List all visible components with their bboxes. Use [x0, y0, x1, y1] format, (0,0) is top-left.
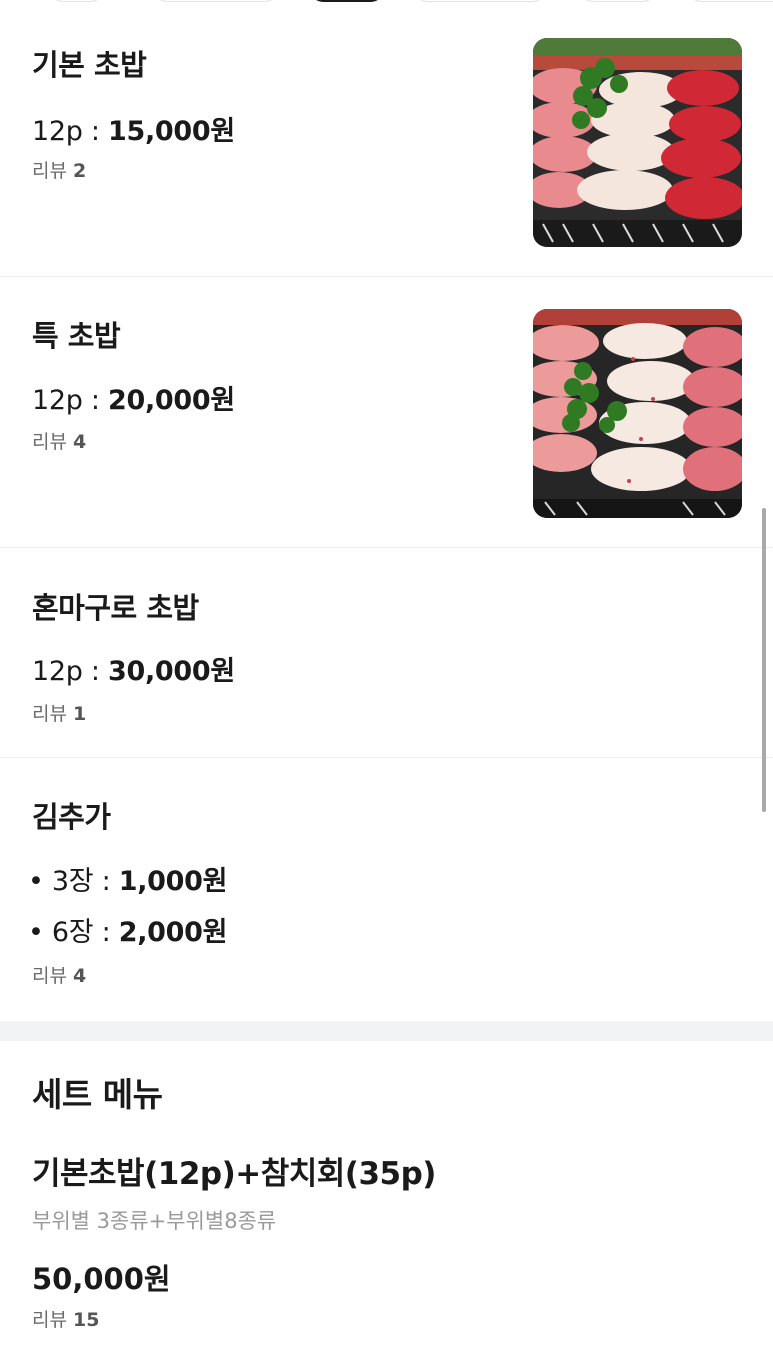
review-count-line: 리뷰 4 — [32, 427, 86, 454]
portion-label: 12p : — [32, 385, 108, 416]
option-line: • 3장 : 1,000원 — [28, 859, 227, 898]
portion-label: 12p : — [32, 116, 108, 147]
menu-item-title: 특 초밥 — [32, 319, 121, 353]
sushi-photo[interactable] — [533, 38, 742, 247]
option-label: • 6장 : — [28, 917, 119, 948]
option-price: 1,000원 — [118, 866, 228, 897]
menu-item-extra-seaweed[interactable]: 김추가 • 3장 : 1,000원 • 6장 : 2,000원 리뷰 4 — [0, 758, 773, 1021]
price-amount: 30,000원 — [107, 656, 235, 687]
option-line: • 6장 : 2,000원 — [28, 910, 227, 949]
section-divider — [0, 1021, 773, 1041]
menu-item-title: 혼마구로 초밥 — [32, 591, 199, 625]
set-menu-section-title: 세트 메뉴 — [32, 1075, 163, 1114]
menu-item-bluefin-sushi[interactable]: 혼마구로 초밥 12p : 30,000원 리뷰 1 — [0, 548, 773, 758]
menu-item-price-line: 12p : 20,000원 — [32, 378, 235, 417]
menu-item-price-line: 12p : 15,000원 — [32, 109, 235, 148]
review-count-line: 리뷰 15 — [32, 1305, 99, 1332]
review-count-line: 리뷰 1 — [32, 699, 86, 726]
menu-item-special-sushi[interactable]: 특 초밥 12p : 20,000원 리뷰 4 — [0, 277, 773, 548]
review-count: 1 — [73, 703, 87, 725]
review-label: 리뷰 — [32, 703, 73, 725]
price-amount: 15,000원 — [107, 116, 235, 147]
sushi-photo-icon — [533, 309, 742, 518]
review-count: 2 — [73, 160, 87, 182]
review-count-line: 리뷰 2 — [32, 156, 86, 183]
review-label: 리뷰 — [32, 965, 73, 987]
review-count: 4 — [73, 431, 87, 453]
portion-label: 12p : — [32, 656, 108, 687]
menu-item-price-line: 12p : 30,000원 — [32, 649, 235, 688]
review-label: 리뷰 — [32, 1309, 73, 1331]
review-label: 리뷰 — [32, 431, 73, 453]
review-count: 4 — [73, 965, 87, 987]
price-amount: 20,000원 — [107, 385, 235, 416]
review-label: 리뷰 — [32, 160, 73, 182]
scrollbar[interactable] — [762, 508, 766, 812]
review-count: 15 — [73, 1309, 100, 1331]
sushi-photo[interactable] — [533, 309, 742, 518]
set-menu-item-price: 50,000원 — [32, 1262, 171, 1296]
option-price: 2,000원 — [118, 917, 228, 948]
set-menu-item-description: 부위별 3종류+부위별8종류 — [32, 1209, 277, 1233]
menu-item-title: 기본 초밥 — [32, 48, 147, 82]
sushi-photo-icon — [533, 38, 742, 247]
review-count-line: 리뷰 4 — [32, 961, 86, 988]
menu-item-title: 김추가 — [32, 800, 111, 834]
menu-item-basic-sushi[interactable]: 기본 초밥 12p : 15,000원 리뷰 2 — [0, 0, 773, 277]
option-label: • 3장 : — [28, 866, 119, 897]
set-menu-item-title: 기본초밥(12p)+참치회(35p) — [32, 1156, 436, 1192]
